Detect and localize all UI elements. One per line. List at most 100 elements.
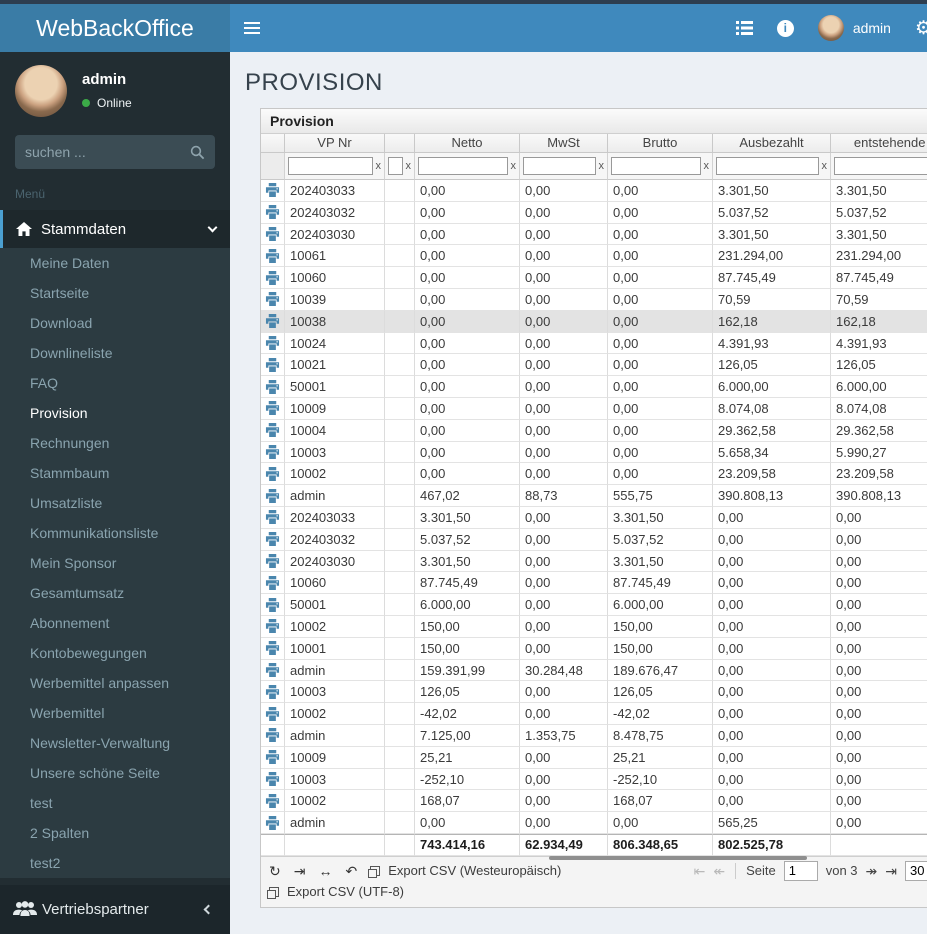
search-icon[interactable] (190, 145, 205, 160)
filter-clear-button[interactable]: x (406, 160, 412, 172)
table-row[interactable]: 202403033 3.301,50 0,00 3.301,50 0,00 0,00 (261, 506, 927, 529)
filter-clear-button[interactable]: x (599, 160, 605, 172)
filter-input[interactable] (523, 157, 596, 175)
sidebar-item-2-spalten[interactable]: 2 Spalten (0, 818, 230, 848)
sidebar-item-gesamtumsatz[interactable]: Gesamtumsatz (0, 578, 230, 608)
sidebar-item-werbemittel-anpassen[interactable]: Werbemittel anpassen (0, 668, 230, 698)
refresh-icon[interactable]: ↻ (269, 864, 281, 878)
sidebar-item-kommunikationsliste[interactable]: Kommunikationsliste (0, 518, 230, 548)
table-row[interactable]: 10009 0,00 0,00 0,00 8.074,08 8.074,08 (261, 397, 927, 420)
table-row[interactable]: 10060 87.745,49 0,00 87.745,49 0,00 0,00 (261, 572, 927, 595)
first-page-icon[interactable]: ⇤ (694, 864, 706, 878)
filter-input[interactable] (388, 157, 403, 175)
filter-clear-button[interactable]: x (822, 160, 828, 172)
print-button[interactable] (261, 812, 285, 834)
print-button[interactable] (261, 288, 285, 311)
table-row[interactable]: admin 159.391,99 30.284,48 189.676,47 0,00 0,… (261, 659, 927, 682)
export-icon[interactable] (368, 865, 381, 878)
print-button[interactable] (261, 528, 285, 551)
export-csv-west-button[interactable]: Export CSV (Westeuropäisch) (388, 863, 561, 878)
sidebar-item-startseite[interactable]: Startseite (0, 278, 230, 308)
app-logo[interactable]: WebBackOffice (0, 4, 230, 52)
table-row[interactable]: 10002 168,07 0,00 168,07 0,00 0,00 (261, 790, 927, 813)
pin-columns-icon[interactable]: ⇥ (294, 864, 306, 878)
sidebar-item-test[interactable]: test (0, 788, 230, 818)
table-row[interactable]: 202403030 3.301,50 0,00 3.301,50 0,00 0,00 (261, 550, 927, 573)
table-row[interactable]: 10004 0,00 0,00 0,00 29.362,58 29.362,58 (261, 419, 927, 442)
column-header-vp-nr[interactable]: VP Nr (285, 134, 385, 153)
sidebar-item-test2[interactable]: test2 (0, 848, 230, 878)
gear-icon[interactable]: ⚙ (915, 17, 927, 40)
print-button[interactable] (261, 615, 285, 638)
export-csv-utf8-button[interactable]: Export CSV (UTF-8) (287, 884, 404, 899)
table-row[interactable]: 10001 150,00 0,00 150,00 0,00 0,00 (261, 637, 927, 660)
column-header-entstehende-a[interactable]: entstehende A (831, 134, 927, 153)
print-button[interactable] (261, 485, 285, 507)
print-button[interactable] (261, 463, 285, 486)
print-button[interactable] (261, 332, 285, 355)
sidebar-item-vertriebspartner[interactable]: Vertriebspartner (0, 885, 230, 934)
print-button[interactable] (261, 746, 285, 769)
sidebar-item-downlineliste[interactable]: Downlineliste (0, 338, 230, 368)
filter-clear-button[interactable]: x (376, 160, 382, 172)
print-button[interactable] (261, 768, 285, 791)
column-header-mwst[interactable]: MwSt (520, 134, 608, 153)
print-button[interactable] (261, 637, 285, 660)
table-row[interactable]: 10024 0,00 0,00 0,00 4.391,93 4.391,93 (261, 332, 927, 355)
print-button[interactable] (261, 724, 285, 747)
sidebar-item-stammbaum[interactable]: Stammbaum (0, 458, 230, 488)
sidebar-item-umsatzliste[interactable]: Umsatzliste (0, 488, 230, 518)
horizontal-scrollbar[interactable] (549, 856, 807, 860)
sidebar-item-faq[interactable]: FAQ (0, 368, 230, 398)
table-row[interactable]: 202403033 0,00 0,00 0,00 3.301,50 3.301,50 (261, 180, 927, 202)
sidebar-toggle-button[interactable] (230, 4, 274, 52)
table-row[interactable]: 202403032 5.037,52 0,00 5.037,52 0,00 0,00 (261, 528, 927, 551)
print-button[interactable] (261, 223, 285, 246)
print-button[interactable] (261, 659, 285, 682)
print-button[interactable] (261, 550, 285, 573)
list-icon[interactable] (735, 21, 753, 35)
filter-input[interactable] (834, 157, 927, 175)
print-button[interactable] (261, 594, 285, 616)
search-input[interactable] (25, 144, 190, 160)
filter-input[interactable] (611, 157, 701, 175)
page-size-select[interactable]: 30 (905, 860, 927, 881)
filter-input[interactable] (716, 157, 819, 175)
table-row[interactable]: 10003 0,00 0,00 0,00 5.658,34 5.990,27 (261, 441, 927, 464)
table-row[interactable]: 10061 0,00 0,00 0,00 231.294,00 231.294,00 (261, 245, 927, 268)
filter-clear-button[interactable]: x (511, 160, 517, 172)
print-button[interactable] (261, 354, 285, 377)
column-header-ausbezahlt[interactable]: Ausbezahlt (713, 134, 831, 153)
table-row[interactable]: 202403032 0,00 0,00 0,00 5.037,52 5.037,52 (261, 201, 927, 224)
next-page-icon[interactable]: ↠ (866, 864, 878, 878)
table-row[interactable]: 10009 25,21 0,00 25,21 0,00 0,00 (261, 746, 927, 769)
sidebar-item-download[interactable]: Download (0, 308, 230, 338)
sidebar-item-unsere-sch-ne-seite[interactable]: Unsere schöne Seite (0, 758, 230, 788)
table-row[interactable]: 10060 0,00 0,00 0,00 87.745,49 87.745,49 (261, 267, 927, 289)
table-row[interactable]: 10003 -252,10 0,00 -252,10 0,00 0,00 (261, 768, 927, 791)
column-header-brutto[interactable]: Brutto (608, 134, 713, 153)
print-button[interactable] (261, 506, 285, 529)
sidebar-item-rechnungen[interactable]: Rechnungen (0, 428, 230, 458)
table-row[interactable]: 10038 0,00 0,00 0,00 162,18 162,18 (261, 310, 927, 333)
print-button[interactable] (261, 267, 285, 289)
sidebar-item-abonnement[interactable]: Abonnement (0, 608, 230, 638)
undo-icon[interactable]: ↶ (345, 864, 357, 878)
table-row[interactable]: 10002 150,00 0,00 150,00 0,00 0,00 (261, 615, 927, 638)
table-row[interactable]: admin 467,02 88,73 555,75 390.808,13 390.808,… (261, 485, 927, 507)
info-icon[interactable]: i (776, 19, 794, 37)
table-row[interactable]: 10039 0,00 0,00 0,00 70,59 70,59 (261, 288, 927, 311)
print-button[interactable] (261, 790, 285, 813)
table-row[interactable]: 10021 0,00 0,00 0,00 126,05 126,05 (261, 354, 927, 377)
last-page-icon[interactable]: ⇥ (885, 864, 897, 878)
table-row[interactable]: 10002 0,00 0,00 0,00 23.209,58 23.209,58 (261, 463, 927, 486)
prev-page-icon[interactable]: ↞ (713, 864, 725, 878)
print-button[interactable] (261, 419, 285, 442)
table-row[interactable]: 50001 6.000,00 0,00 6.000,00 0,00 0,00 (261, 594, 927, 616)
print-button[interactable] (261, 180, 285, 202)
table-row[interactable]: 10003 126,05 0,00 126,05 0,00 0,00 (261, 681, 927, 704)
print-button[interactable] (261, 441, 285, 464)
print-button[interactable] (261, 703, 285, 725)
export-icon[interactable] (267, 886, 279, 899)
sidebar-item-mein-sponsor[interactable]: Mein Sponsor (0, 548, 230, 578)
